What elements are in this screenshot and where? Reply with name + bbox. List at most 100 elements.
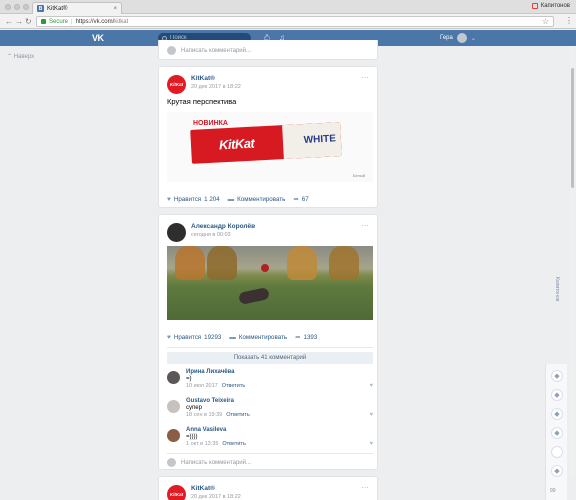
scrollbar[interactable]	[570, 46, 575, 476]
share-count: 1393	[303, 333, 318, 341]
reply-link[interactable]: Ответить	[222, 383, 246, 389]
like-count: 19293	[204, 333, 222, 341]
heart-icon[interactable]: ♥	[369, 441, 373, 447]
profile-icon	[531, 3, 538, 9]
comment-date[interactable]: 18 сен в 19:39	[186, 412, 222, 418]
post-menu-icon[interactable]: ···	[361, 73, 369, 82]
kitkat-logo-avatar[interactable]: KitKat	[167, 485, 186, 500]
post-author[interactable]: Александр Королёв	[191, 223, 255, 230]
vk-logo[interactable]: VK	[92, 33, 104, 43]
window-close-button[interactable]	[5, 4, 11, 10]
avatar[interactable]	[167, 429, 180, 442]
bookmark-star-icon[interactable]: ☆	[542, 17, 549, 26]
dog-icon[interactable]: ◆	[551, 370, 563, 382]
comment-author[interactable]: Ирина Лихачёва	[186, 369, 234, 375]
post-date[interactable]: сегодня в 00:03	[191, 232, 255, 238]
heart-icon[interactable]: ♥	[369, 412, 373, 418]
like-count: 1 204	[204, 195, 220, 203]
avatar[interactable]	[167, 223, 186, 242]
post-menu-icon[interactable]: ···	[361, 483, 369, 492]
post-image[interactable]: НОВИНКА KitKat WHITE Белый	[167, 112, 373, 182]
secure-label: Secure	[49, 18, 69, 25]
reload-icon[interactable]: ↻	[25, 17, 32, 26]
avatar	[167, 46, 176, 55]
url-text: https://vk.com/kitkat	[76, 19, 129, 25]
browser-tab[interactable]: B KitKat® ×	[32, 2, 122, 14]
avatar	[456, 33, 467, 43]
avatar[interactable]	[167, 400, 180, 413]
comment-date[interactable]: 10 июл 2017	[186, 383, 218, 389]
share-button[interactable]: ➦ 1393	[295, 333, 318, 342]
comment-meta: 10 июл 2017 Ответить	[186, 383, 245, 389]
comment-author[interactable]: Gustavo Teixeira	[186, 398, 234, 404]
avatar	[167, 458, 176, 467]
comment-label: Комментировать	[237, 195, 286, 203]
back-to-top-label: Наверх	[13, 54, 35, 60]
post-menu-icon[interactable]: ···	[361, 221, 369, 230]
window-zoom-button[interactable]	[23, 4, 29, 10]
share-count: 67	[301, 195, 309, 203]
post-author[interactable]: KitKat®	[191, 485, 241, 492]
like-label: Нравится	[173, 333, 202, 341]
profile-name: Капитонов	[540, 3, 570, 9]
back-arrow-icon[interactable]: ←	[5, 17, 13, 26]
comment-input-row[interactable]: Написать комментарий...	[159, 46, 259, 55]
tab-close-icon[interactable]: ×	[113, 6, 117, 12]
share-button[interactable]: ➦ 67	[293, 195, 309, 204]
scrollbar-thumb[interactable]	[571, 68, 574, 188]
forward-arrow-icon[interactable]: →	[15, 17, 23, 26]
kitkat-bar-image: KitKat WHITE	[190, 122, 342, 164]
window-minimize-button[interactable]	[14, 4, 20, 10]
kitkat-logo-avatar[interactable]: KitKat	[167, 75, 186, 94]
dog-icon[interactable]: ◆	[551, 427, 563, 439]
post-video[interactable]	[167, 246, 373, 320]
share-icon: ➦	[293, 196, 299, 203]
side-vertical-label: Капитонов	[554, 277, 560, 302]
comment-button[interactable]: ▬ Комментировать	[229, 334, 287, 341]
share-icon: ➦	[295, 334, 301, 341]
avatar[interactable]	[551, 446, 563, 458]
comment-input[interactable]: Написать комментарий...	[181, 48, 251, 54]
bar-brand: KitKat	[218, 135, 255, 153]
heart-icon: ♥	[167, 333, 171, 341]
post-header: KitKat KitKat® 20 дек 2017 в 18:22	[167, 485, 241, 500]
user-menu[interactable]: Гера ⌄	[440, 33, 476, 43]
comment-text: супер	[186, 405, 202, 411]
comment-item: Gustavo Teixeira супер 18 сен в 19:39 Отв…	[167, 398, 373, 420]
heart-icon[interactable]: ♥	[369, 383, 373, 389]
divider	[167, 453, 373, 454]
post-author[interactable]: KitKat®	[191, 75, 241, 82]
show-comments-button[interactable]: Показать 41 комментарий	[167, 352, 373, 364]
url-separator: |	[71, 18, 73, 25]
ball-shape	[261, 264, 269, 272]
divider	[167, 347, 373, 348]
post-header: KitKat KitKat® 20 дек 2017 в 18:22	[167, 75, 241, 94]
tree-shape	[329, 246, 359, 280]
tree-shape	[287, 246, 317, 280]
dog-icon[interactable]: ◆	[551, 408, 563, 420]
comment-input-row[interactable]: Написать комментарий...	[159, 458, 259, 467]
like-button[interactable]: ♥ Нравится 19293	[167, 334, 221, 341]
comment-input[interactable]: Написать комментарий...	[181, 460, 251, 466]
browser-menu-icon[interactable]: ⋮	[565, 17, 573, 25]
post-date[interactable]: 20 дек 2017 в 18:22	[191, 494, 241, 500]
comment-date[interactable]: 1 окт в 13:35	[186, 441, 218, 447]
comment-button[interactable]: ▬ Комментировать	[228, 196, 286, 203]
post-text: Крутая перспектива	[167, 97, 237, 106]
browser-profile[interactable]: Капитонов	[531, 3, 570, 9]
post-date[interactable]: 20 дек 2017 в 18:22	[191, 84, 241, 90]
back-to-top-link[interactable]: ⌃ Наверх	[7, 53, 34, 60]
comment-meta: 1 окт в 13:35 Ответить	[186, 441, 246, 447]
post-actions: ♥ Нравится 1 204 ▬ Комментировать ➦ 67	[167, 195, 309, 204]
post-card: Александр Королёв сегодня в 00:03 ··· ♥ Н…	[158, 214, 378, 470]
chat-sidebar: ◆ ◆ ◆ ◆ ◆ 99	[545, 364, 567, 500]
dog-icon[interactable]: ◆	[551, 389, 563, 401]
reply-link[interactable]: Ответить	[226, 412, 250, 418]
post-header: Александр Королёв сегодня в 00:03	[167, 223, 255, 242]
reply-link[interactable]: Ответить	[222, 441, 246, 447]
address-bar[interactable]: Secure | https://vk.com/kitkat ☆	[36, 16, 554, 27]
avatar[interactable]	[167, 371, 180, 384]
user-icon[interactable]: ◆	[551, 465, 563, 477]
comment-author[interactable]: Anna Vasileva	[186, 427, 226, 433]
like-button[interactable]: ♥ Нравится 1 204	[167, 196, 220, 203]
